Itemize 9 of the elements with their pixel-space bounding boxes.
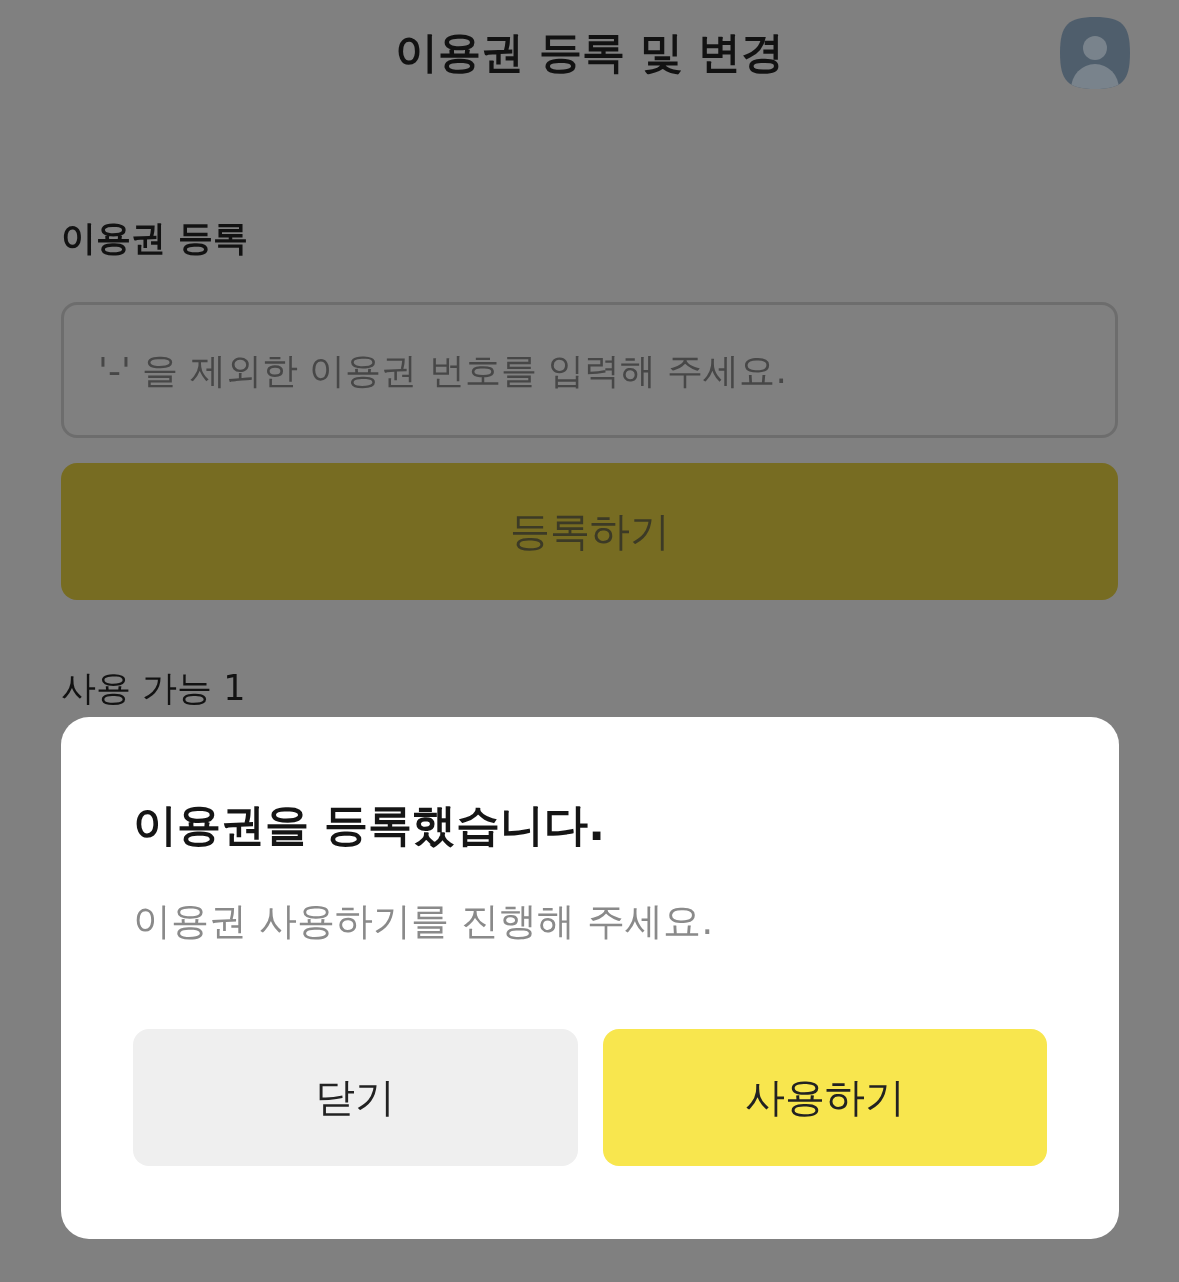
close-button[interactable]: 닫기	[133, 1029, 578, 1166]
profile-avatar-icon[interactable]	[1060, 17, 1130, 89]
available-count: 사용 가능 1	[61, 668, 246, 708]
ticket-number-field[interactable]: '-' 을 제외한 이용권 번호를 입력해 주세요.	[61, 302, 1118, 438]
dialog-message: 이용권 사용하기를 진행해 주세요.	[133, 898, 714, 945]
use-button[interactable]: 사용하기	[602, 1029, 1047, 1166]
page-title: 이용권 등록 및 변경	[395, 25, 784, 79]
section-heading: 이용권 등록	[61, 217, 249, 260]
dialog-title: 이용권을 등록했습니다.	[133, 798, 606, 852]
